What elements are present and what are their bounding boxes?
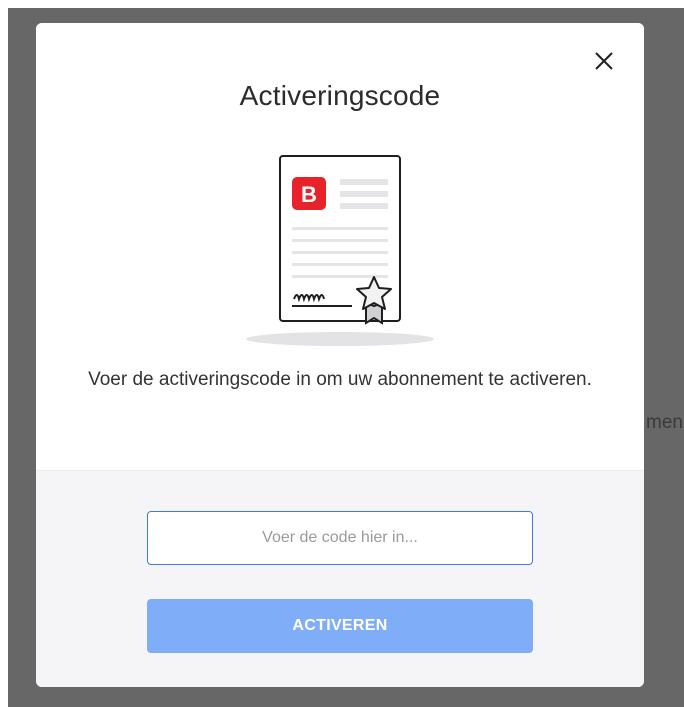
- activation-code-input[interactable]: [147, 511, 533, 565]
- dialog-title: Activeringscode: [239, 80, 441, 111]
- certificate-illustration: B: [244, 151, 436, 351]
- background-text: men: [646, 412, 683, 433]
- activation-dialog: Activeringscode B Voer de activeringscod…: [36, 23, 644, 687]
- close-button[interactable]: [590, 47, 618, 75]
- certificate-icon: B: [246, 155, 434, 346]
- logo-letter: B: [301, 182, 317, 207]
- activate-button[interactable]: ACTIVEREN: [147, 599, 533, 653]
- close-icon: [595, 52, 613, 70]
- dialog-body: Activeringscode B Voer de activeringscod…: [36, 23, 644, 470]
- dialog-description: Voer de activeringscode in om uw abonnem…: [88, 369, 592, 390]
- dialog-footer: [36, 470, 644, 687]
